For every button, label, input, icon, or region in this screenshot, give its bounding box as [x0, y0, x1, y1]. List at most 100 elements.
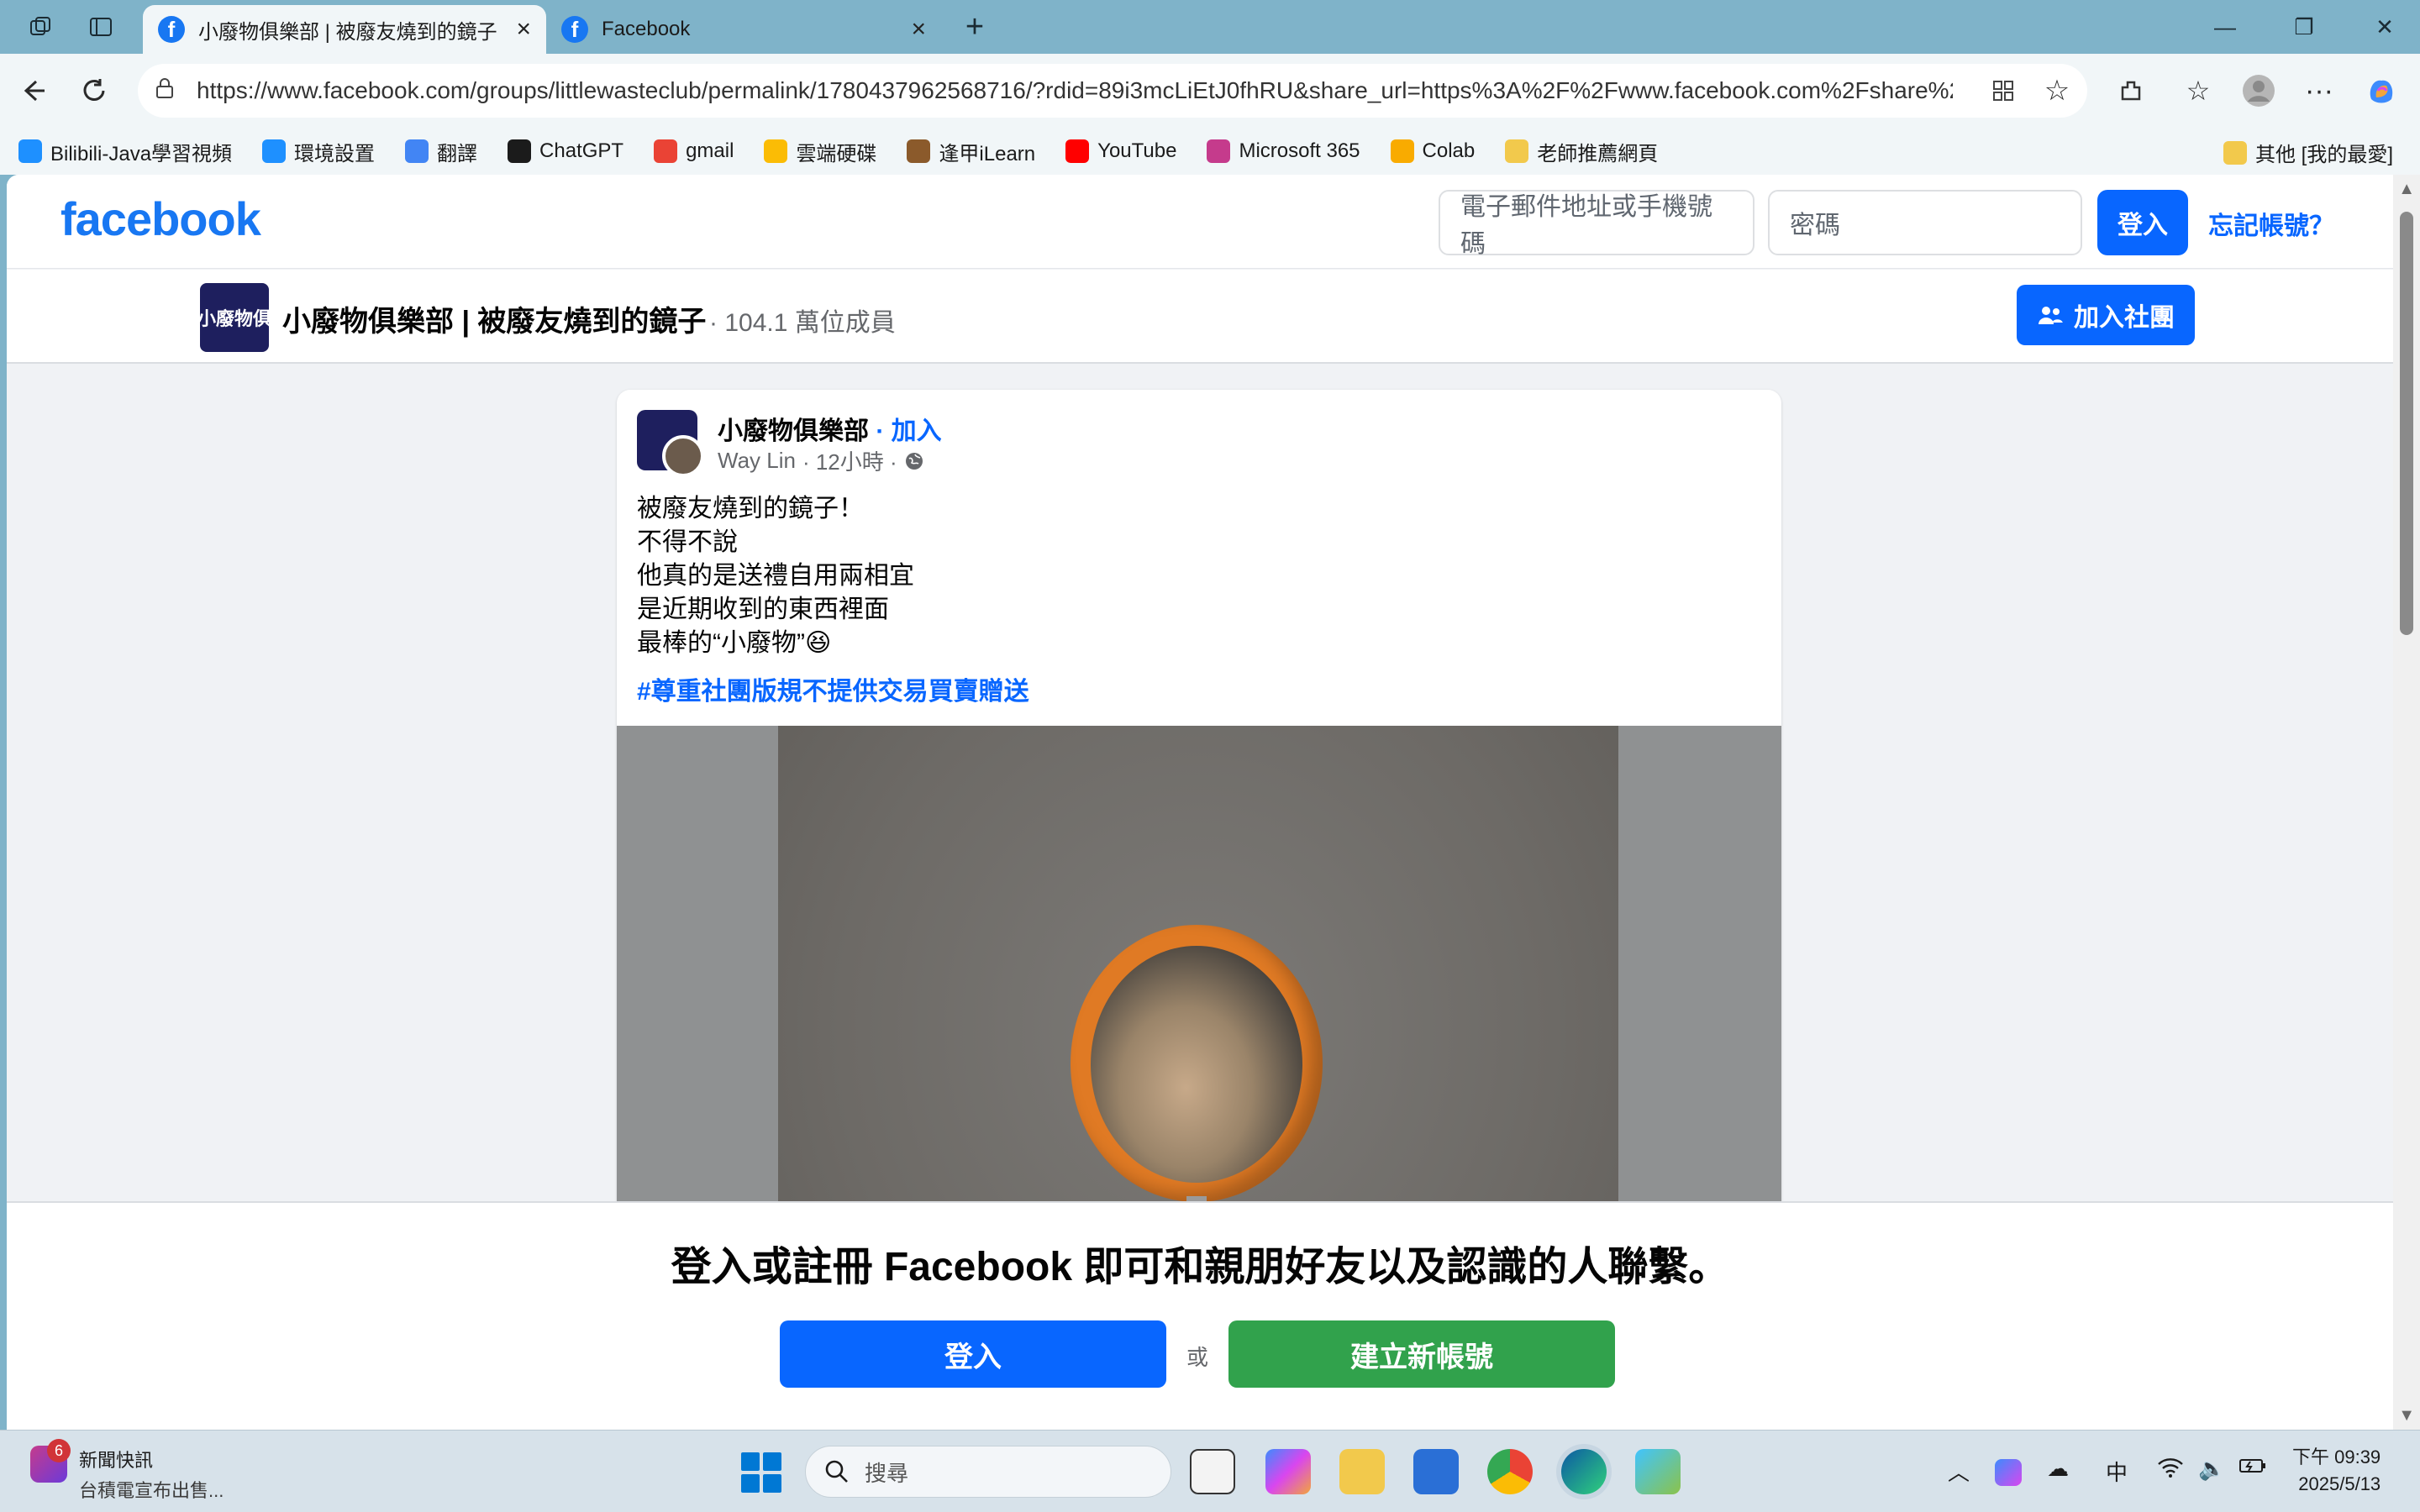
favorite-star-icon[interactable]: ☆	[2037, 71, 2077, 111]
paint-icon[interactable]	[1635, 1449, 1681, 1494]
tab-facebook[interactable]: f Facebook ×	[546, 5, 941, 54]
group-name[interactable]: 小廢物俱樂部 | 被廢友燒到的鏡子	[282, 298, 706, 339]
system-clock[interactable]: 下午 09:39 2025/5/13	[2292, 1444, 2381, 1498]
navigation-bar: https://www.facebook.com/groups/littlewa…	[0, 54, 2420, 128]
close-tab-icon[interactable]: ×	[911, 15, 926, 44]
search-placeholder: 搜尋	[865, 1460, 909, 1486]
volume-icon[interactable]: 🔈	[2198, 1456, 2225, 1482]
ime-indicator[interactable]: 中	[2106, 1456, 2128, 1487]
minimize-icon[interactable]: —	[2200, 8, 2250, 45]
bookmark-item[interactable]: Colab	[1390, 139, 1476, 163]
join-group-button[interactable]: 加入社團	[2017, 285, 2195, 345]
profile-avatar[interactable]	[2238, 71, 2279, 111]
app-available-icon[interactable]	[1983, 71, 2023, 111]
copilot-icon[interactable]	[2361, 71, 2402, 111]
bookmark-label: Colab	[1422, 139, 1476, 162]
bookmark-icon	[907, 139, 931, 163]
scroll-up-icon[interactable]: ▲	[2398, 180, 2415, 199]
email-field[interactable]: 電子郵件地址或手機號碼	[1439, 190, 1754, 258]
bookmark-icon	[1390, 139, 1414, 163]
wifi-icon[interactable]	[2156, 1456, 2185, 1485]
onedrive-icon[interactable]: ☁	[2047, 1456, 2069, 1482]
copilot-tray-icon[interactable]	[1995, 1459, 2022, 1486]
close-tab-icon[interactable]: ×	[516, 15, 531, 44]
group-thumbnail[interactable]: 小廢物俱	[200, 283, 269, 352]
banner-login-button[interactable]: 登入	[780, 1320, 1166, 1388]
other-bookmarks[interactable]: 其他 [我的最愛]	[2223, 138, 2393, 167]
news-title: 新聞快訊	[79, 1450, 154, 1471]
bookmark-item[interactable]: 雲端硬碟	[764, 137, 876, 166]
password-field[interactable]: 密碼	[1768, 190, 2082, 255]
search-icon	[825, 1460, 848, 1483]
bookmark-label: gmail	[686, 139, 734, 162]
bookmark-item[interactable]: 逢甲iLearn	[907, 137, 1035, 166]
bookmark-label: 翻譯	[437, 142, 478, 165]
more-menu-icon[interactable]: ···	[2299, 71, 2339, 111]
header-login-button[interactable]: 登入	[2097, 190, 2188, 255]
copilot-app-icon[interactable]	[1265, 1449, 1311, 1494]
lock-icon[interactable]	[155, 76, 175, 106]
back-icon[interactable]	[13, 71, 54, 111]
people-icon	[2039, 307, 2063, 324]
bookmark-label: 老師推薦網頁	[1537, 142, 1659, 165]
bookmark-label: Bilibili-Java學習視頻	[50, 142, 233, 165]
scroll-thumb[interactable]	[2400, 212, 2413, 635]
new-tab-icon[interactable]: +	[958, 9, 992, 45]
bookmark-icon	[405, 139, 429, 163]
favorites-icon[interactable]: ☆	[2178, 71, 2218, 111]
page-scrollbar[interactable]: ▲ ▼	[2393, 175, 2420, 1430]
battery-icon[interactable]	[2238, 1456, 2267, 1482]
edge-icon[interactable]	[1561, 1449, 1607, 1494]
bookmark-icon	[1207, 139, 1231, 163]
banner-or-text: 或	[1186, 1345, 1209, 1370]
microsoft-store-icon[interactable]	[1413, 1449, 1459, 1494]
bookmark-icon	[508, 139, 532, 163]
tab-actions-icon[interactable]	[84, 10, 118, 44]
post-group-name[interactable]: 小廢物俱樂部	[718, 417, 869, 445]
chrome-icon[interactable]	[1487, 1449, 1533, 1494]
post-hashtag[interactable]: #尊重社團版規不提供交易買賣贈送	[637, 670, 1029, 707]
bookmark-icon	[654, 139, 678, 163]
login-banner: 登入或註冊 Facebook 即可和親朋好友以及認識的人聯繫。 登入 或 建立新…	[7, 1201, 2393, 1430]
bookmark-item[interactable]: Bilibili-Java學習視頻	[18, 137, 232, 166]
start-icon[interactable]	[741, 1452, 781, 1493]
bookmark-item[interactable]: gmail	[654, 139, 734, 163]
post-time[interactable]: · 12小時 ·	[802, 445, 897, 476]
restore-icon[interactable]: ❐	[2279, 8, 2329, 45]
extensions-icon[interactable]	[2111, 71, 2151, 111]
bookmark-item[interactable]: ChatGPT	[508, 139, 623, 163]
post-join-link[interactable]: · 加入	[876, 417, 941, 445]
tab-bar: f 小廢物俱樂部 | 被廢友燒到的鏡子 × f Facebook × + — ❐…	[0, 0, 2420, 54]
post-author[interactable]: Way Lin	[718, 448, 796, 474]
bookmark-icon	[18, 139, 42, 163]
join-group-label: 加入社團	[2074, 304, 2175, 332]
facebook-logo[interactable]: facebook	[60, 192, 261, 246]
task-view-icon[interactable]	[1190, 1449, 1235, 1494]
news-widget[interactable]: 6 新聞快訊 台積電宣布出售...	[30, 1439, 224, 1503]
banner-text: 登入或註冊 Facebook 即可和親朋好友以及認識的人聯繫。	[671, 1245, 1729, 1289]
taskbar-search[interactable]: 搜尋	[805, 1446, 1171, 1498]
bookmark-item[interactable]: Microsoft 365	[1207, 139, 1360, 163]
create-account-button[interactable]: 建立新帳號	[1228, 1320, 1615, 1388]
tab-group-post[interactable]: f 小廢物俱樂部 | 被廢友燒到的鏡子 ×	[143, 5, 546, 54]
bookmark-icon	[764, 139, 788, 163]
news-headline: 台積電宣布出售...	[79, 1480, 224, 1501]
file-explorer-icon[interactable]	[1339, 1449, 1385, 1494]
clock-time: 下午 09:39	[2292, 1446, 2381, 1467]
author-avatar[interactable]	[662, 435, 704, 477]
post-body: 被廢友燒到的鏡子！ 不得不說 他真的是送禮自用兩相宜 是近期收到的東西裡面 最棒…	[637, 492, 914, 660]
address-bar[interactable]: https://www.facebook.com/groups/littlewa…	[138, 64, 2087, 118]
facebook-favicon-icon: f	[561, 16, 588, 43]
refresh-icon[interactable]	[74, 71, 114, 111]
close-window-icon[interactable]: ✕	[2360, 8, 2410, 45]
bookmark-item[interactable]: YouTube	[1065, 139, 1176, 163]
bookmark-item[interactable]: 翻譯	[405, 137, 477, 166]
post-group-line: 小廢物俱樂部 · 加入	[718, 410, 942, 447]
bookmark-label: Microsoft 365	[1239, 139, 1360, 162]
workspaces-icon[interactable]	[24, 10, 57, 44]
bookmark-item[interactable]: 老師推薦網頁	[1505, 137, 1658, 166]
show-hidden-icons[interactable]: ︿	[1948, 1456, 1970, 1487]
bookmark-item[interactable]: 環境設置	[262, 137, 375, 166]
scroll-down-icon[interactable]: ▼	[2398, 1406, 2415, 1425]
forgot-account-link[interactable]: 忘記帳號？	[2208, 205, 2334, 242]
